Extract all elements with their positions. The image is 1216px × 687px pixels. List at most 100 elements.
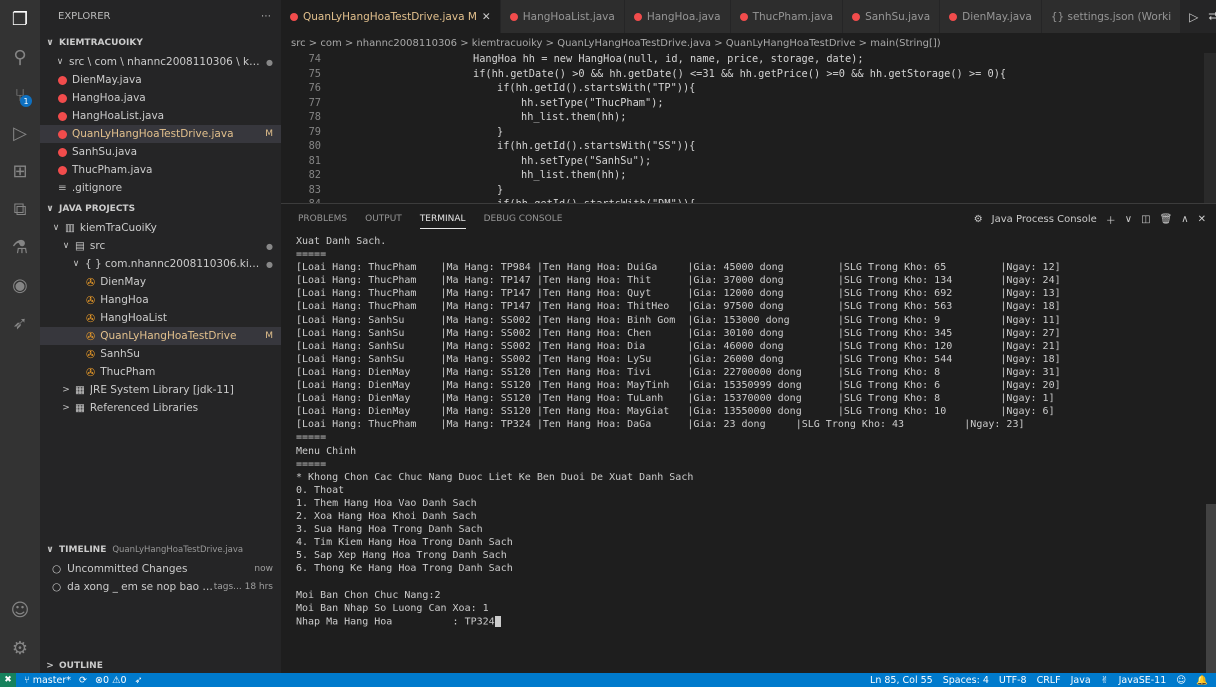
chevron-down-icon[interactable]: ∨ bbox=[1125, 214, 1132, 225]
split-terminal-icon[interactable]: ◫ bbox=[1141, 214, 1150, 225]
java-version[interactable]: JavaSE-11 bbox=[1119, 675, 1167, 686]
cursor-position[interactable]: Ln 85, Col 55 bbox=[870, 675, 933, 686]
tab-output[interactable]: OUTPUT bbox=[365, 214, 402, 224]
tab-label: HangHoaList.java bbox=[522, 10, 615, 23]
source-control-icon[interactable]: ⑂ 1 bbox=[0, 76, 40, 114]
chevron-down-icon: ∨ bbox=[46, 545, 54, 555]
tree-item-class[interactable]: ✇ DienMay bbox=[40, 273, 281, 291]
tree-path-row[interactable]: ∨ src \ com \ nhannc2008110306 \ kiemtra… bbox=[40, 53, 281, 71]
tree-item-class[interactable]: ✇ HangHoa bbox=[40, 291, 281, 309]
line-ending[interactable]: CRLF bbox=[1037, 675, 1061, 686]
tree-item-file[interactable]: DienMay.java bbox=[40, 71, 281, 89]
indentation[interactable]: Spaces: 4 bbox=[943, 675, 989, 686]
jre-node[interactable]: > ▦ JRE System Library [jdk-11] bbox=[40, 381, 281, 399]
tree-item-file[interactable]: HangHoa.java bbox=[40, 89, 281, 107]
close-icon[interactable]: ✕ bbox=[1198, 214, 1206, 225]
terminal-line-text: ===== bbox=[296, 432, 327, 444]
search-icon[interactable]: ⚲ bbox=[0, 38, 40, 76]
tree-item-file[interactable]: ThucPham.java bbox=[40, 161, 281, 179]
editor-tab[interactable]: HangHoa.java bbox=[624, 0, 731, 33]
timeline-item[interactable]: ○ Uncommitted Changes now bbox=[40, 560, 281, 578]
timeline-item[interactable]: ○ da xong _ em se nop bao cao sau tags..… bbox=[40, 578, 281, 596]
language-mode[interactable]: Java bbox=[1071, 675, 1091, 686]
tree-item-file[interactable]: QuanLyHangHoaTestDrive.java M bbox=[40, 125, 281, 143]
editor-tab[interactable]: DienMay.java bbox=[940, 0, 1042, 33]
terminal-line: [Loai Hang: DienMay |Ma Hang: SS120 |Ten… bbox=[296, 380, 1196, 393]
terminal-line: Xuat Danh Sach. bbox=[296, 236, 1196, 249]
tree-item-class[interactable]: ✇ HangHoaList bbox=[40, 309, 281, 327]
java-projects-header[interactable]: ∨ JAVA PROJECTS bbox=[40, 199, 281, 219]
editor-tab[interactable]: {} settings.json (Worki bbox=[1041, 0, 1182, 33]
ref-libs-node[interactable]: > ▦ Referenced Libraries bbox=[40, 399, 281, 417]
code-text: hh.setType("SanhSu"); bbox=[521, 154, 652, 167]
remote-explorer-icon[interactable]: ⧉ bbox=[0, 190, 40, 228]
chevron-right-icon: > bbox=[46, 661, 54, 671]
code-editor[interactable]: 74 HangHoa hh = new HangHoa(null, id, nam… bbox=[281, 53, 1216, 203]
timeline-header[interactable]: ∨ TIMELINE QuanLyHangHoaTestDrive.java bbox=[40, 540, 281, 560]
remote-indicator-icon[interactable]: ✖ bbox=[0, 673, 16, 687]
terminal-scrollbar[interactable] bbox=[1206, 504, 1216, 674]
editor-tab[interactable]: ThucPham.java bbox=[730, 0, 844, 33]
tree-item-class[interactable]: ✇ SanhSu bbox=[40, 345, 281, 363]
tree-item-file[interactable]: HangHoaList.java bbox=[40, 107, 281, 125]
explorer-sidebar: EXPLORER ⋯ ∨ KIEMTRACUOIKY ∨ src \ com \… bbox=[40, 0, 281, 673]
editor-tab[interactable]: SanhSu.java bbox=[843, 0, 941, 33]
terminal-line-text: 4. Tim Kiem Hang Hoa Trong Danh Sach bbox=[296, 537, 513, 549]
encoding[interactable]: UTF-8 bbox=[999, 675, 1027, 686]
terminal-output[interactable]: Xuat Danh Sach. ===== [Loai Hang: ThucPham… bbox=[296, 236, 1196, 629]
package-node[interactable]: ∨ { } com.nhannc2008110306.kiemtra... ● bbox=[40, 255, 281, 273]
run-icon[interactable]: ▷ bbox=[1189, 10, 1198, 24]
tab-problems[interactable]: PROBLEMS bbox=[298, 214, 347, 224]
testing-icon[interactable]: ⚗ bbox=[0, 228, 40, 266]
java-file-icon bbox=[58, 165, 67, 175]
terminal-line: 2. Xoa Hang Hoa Khoi Danh Sach bbox=[296, 511, 1196, 524]
class-icon: ✇ bbox=[86, 293, 96, 307]
sync-icon[interactable]: ⟳ bbox=[79, 675, 87, 686]
feedback-icon[interactable]: ☺ bbox=[1176, 675, 1186, 686]
terminal-line: Moi Ban Chon Chuc Nang:2 bbox=[296, 590, 1196, 603]
extensions-icon[interactable]: ⊞ bbox=[0, 152, 40, 190]
terminal-line: 5. Sap Xep Hang Hoa Trong Danh Sach bbox=[296, 550, 1196, 563]
code-line: 82 hh_list.them(hh); bbox=[281, 169, 1216, 184]
terminal-line: 6. Thong Ke Hang Hoa Trong Danh Sach bbox=[296, 563, 1196, 576]
code-text: hh_list.them(hh); bbox=[521, 111, 627, 123]
commit-icon: ○ bbox=[52, 563, 62, 575]
thumbs-icon[interactable]: ✌ bbox=[1101, 675, 1109, 686]
src-node[interactable]: ∨ ▤ src ● bbox=[40, 237, 281, 255]
folder-icon: ▤ bbox=[75, 240, 85, 252]
tree-item-gitignore[interactable]: ≡ .gitignore bbox=[40, 179, 281, 197]
live-share-icon[interactable]: ➶ bbox=[0, 304, 40, 342]
maximize-panel-icon[interactable]: ∧ bbox=[1181, 214, 1188, 225]
notifications-icon[interactable]: 🔔 bbox=[1196, 675, 1208, 686]
terminal-line: ===== bbox=[296, 432, 1196, 445]
code-lines: 74 HangHoa hh = new HangHoa(null, id, nam… bbox=[281, 53, 1216, 203]
folder-section-header[interactable]: ∨ KIEMTRACUOIKY bbox=[40, 33, 281, 53]
new-terminal-icon[interactable]: ＋ bbox=[1106, 212, 1116, 227]
account-icon[interactable]: ☺ bbox=[0, 591, 40, 629]
close-icon[interactable]: ✕ bbox=[482, 11, 491, 23]
compare-icon[interactable]: ⮂ bbox=[1208, 9, 1216, 24]
timeline-title: TIMELINE bbox=[59, 545, 107, 555]
breadcrumb[interactable]: src > com > nhannc2008110306 > kiemtracu… bbox=[281, 33, 1216, 53]
trash-icon[interactable]: 🗑 bbox=[1160, 214, 1173, 225]
live-share-status-icon[interactable]: ➶ bbox=[135, 675, 143, 686]
tab-debug-console[interactable]: DEBUG CONSOLE bbox=[484, 214, 563, 224]
editor-scrollbar[interactable] bbox=[1204, 53, 1216, 203]
terminal-selector[interactable]: Java Process Console bbox=[992, 214, 1097, 225]
error-count: 0 bbox=[102, 674, 109, 686]
problems-item[interactable]: ⊗0 ⚠0 bbox=[95, 675, 127, 686]
run-debug-icon[interactable]: ▷ bbox=[0, 114, 40, 152]
editor-tab[interactable]: HangHoaList.java bbox=[500, 0, 625, 33]
files-icon[interactable]: ❐ bbox=[0, 0, 40, 38]
editor-tab[interactable]: QuanLyHangHoaTestDrive.java M ✕ bbox=[281, 0, 501, 33]
tree-item-label: HangHoaList bbox=[100, 312, 167, 324]
tab-terminal[interactable]: TERMINAL bbox=[419, 214, 466, 229]
tree-item-class[interactable]: ✇ ThucPham bbox=[40, 363, 281, 381]
settings-gear-icon[interactable]: ⚙ bbox=[0, 629, 40, 667]
tree-item-file[interactable]: SanhSu.java bbox=[40, 143, 281, 161]
more-actions-icon[interactable]: ⋯ bbox=[261, 11, 271, 22]
github-icon[interactable]: ◉ bbox=[0, 266, 40, 304]
tree-item-class[interactable]: ✇ QuanLyHangHoaTestDrive M bbox=[40, 327, 281, 345]
project-node[interactable]: ∨ ▥ kiemTraCuoiKy bbox=[40, 219, 281, 237]
branch-item[interactable]: ⑂ master* bbox=[24, 675, 71, 686]
